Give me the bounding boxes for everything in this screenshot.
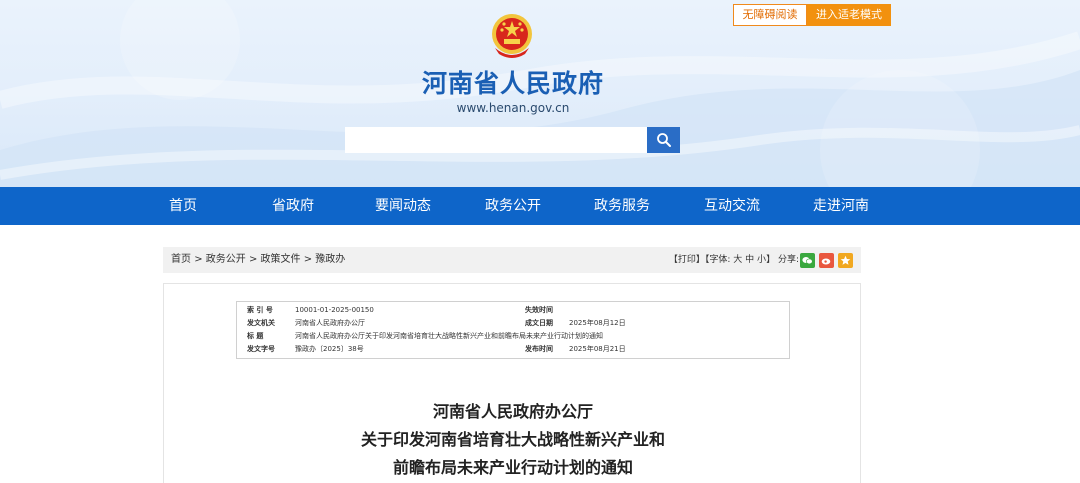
page: 无障碍阅读 进入适老模式 河南省人民政府 www.henan.gov.cn 首页 [0, 0, 1080, 483]
meta-label-publish: 发布时间 [525, 345, 553, 353]
document-title-line-1: 河南省人民政府办公厅 [432, 402, 593, 421]
meta-value-issuer: 河南省人民政府办公厅 [295, 319, 365, 327]
meta-row: 标 题 河南省人民政府办公厅关于印发河南省培育壮大战略性新兴产业和前瞻布局未来产… [237, 330, 791, 343]
search-icon [656, 133, 671, 147]
elder-mode-button[interactable]: 进入适老模式 [807, 4, 891, 26]
meta-value-doc-number: 豫政办〔2025〕38号 [295, 345, 364, 353]
page-tools: 【打印】【字体: 大 中 小】 分享: [669, 247, 799, 273]
meta-row: 索 引 号 10001-01-2025-00150 失效时间 [237, 304, 791, 317]
font-size-prefix: 【字体: [704, 255, 731, 265]
print-link[interactable]: 【打印】 [669, 255, 705, 265]
wechat-icon[interactable] [800, 253, 815, 268]
site-header: 无障碍阅读 进入适老模式 河南省人民政府 www.henan.gov.cn [0, 0, 1080, 187]
font-size-large[interactable]: 大 [733, 255, 742, 265]
breadcrumb: 首页 > 政务公开 > 政策文件 > 豫政办 [171, 247, 345, 273]
breadcrumb-separator: > [303, 254, 313, 265]
document-meta-table: 索 引 号 10001-01-2025-00150 失效时间 发文机关 河南省人… [236, 301, 790, 359]
meta-label-expire: 失效时间 [525, 306, 553, 314]
font-size-medium[interactable]: 中 [745, 255, 754, 265]
barrier-free-reading-button[interactable]: 无障碍阅读 [733, 4, 807, 26]
breadcrumb-separator: > [248, 254, 258, 265]
meta-value-created: 2025年08月12日 [569, 319, 626, 327]
nav-item-interaction[interactable]: 互动交流 [704, 187, 760, 225]
breadcrumb-home[interactable]: 首页 [171, 254, 191, 265]
meta-label-doc-number: 发文字号 [247, 345, 275, 353]
site-url: www.henan.gov.cn [456, 101, 570, 115]
meta-row: 发文字号 豫政办〔2025〕38号 发布时间 2025年08月21日 [237, 343, 791, 356]
share-icons [800, 253, 853, 268]
share-label: 分享: [777, 255, 799, 265]
nav-item-government-affairs-open[interactable]: 政务公开 [485, 187, 541, 225]
meta-label-index: 索 引 号 [247, 306, 273, 314]
meta-value-publish: 2025年08月21日 [569, 345, 626, 353]
breadcrumb-separator: > [194, 254, 203, 265]
main-nav: 首页 省政府 要闻动态 政务公开 政务服务 互动交流 走进河南 [0, 187, 1080, 225]
nav-item-provincial-government[interactable]: 省政府 [272, 187, 314, 225]
meta-value-index: 10001-01-2025-00150 [295, 306, 374, 314]
font-size-small[interactable]: 小 [757, 255, 766, 265]
meta-label-title: 标 题 [247, 332, 264, 340]
weibo-icon[interactable] [819, 253, 834, 268]
breadcrumb-bar: 首页 > 政务公开 > 政策文件 > 豫政办 【打印】【字体: 大 中 小】 分… [163, 247, 861, 273]
search-button[interactable] [647, 127, 680, 153]
meta-row: 发文机关 河南省人民政府办公厅 成文日期 2025年08月12日 [237, 317, 791, 330]
meta-label-created: 成文日期 [525, 319, 553, 327]
document-title-line-2: 关于印发河南省培育壮大战略性新兴产业和 [360, 430, 665, 449]
document-title-line-3: 前瞻布局未来产业行动计划的通知 [392, 458, 633, 477]
search-input[interactable] [345, 127, 647, 153]
meta-label-issuer: 发文机关 [247, 319, 275, 327]
document-panel: 索 引 号 10001-01-2025-00150 失效时间 发文机关 河南省人… [163, 283, 861, 483]
site-title: 河南省人民政府 [421, 69, 604, 98]
national-emblem-icon [492, 14, 532, 58]
breadcrumb-government-affairs-open[interactable]: 政务公开 [206, 254, 246, 265]
accessibility-buttons: 无障碍阅读 进入适老模式 [733, 4, 891, 26]
nav-item-government-services[interactable]: 政务服务 [594, 187, 650, 225]
nav-item-about-henan[interactable]: 走进河南 [813, 187, 869, 225]
font-size-suffix: 】 [766, 255, 776, 265]
nav-item-home[interactable]: 首页 [169, 187, 197, 225]
breadcrumb-policy-documents[interactable]: 政策文件 [261, 254, 301, 265]
favorite-icon[interactable] [838, 253, 853, 268]
meta-value-title: 河南省人民政府办公厅关于印发河南省培育壮大战略性新兴产业和前瞻布局未来产业行动计… [295, 332, 603, 340]
breadcrumb-yuzhengban[interactable]: 豫政办 [315, 254, 345, 265]
nav-item-news[interactable]: 要闻动态 [375, 187, 431, 225]
